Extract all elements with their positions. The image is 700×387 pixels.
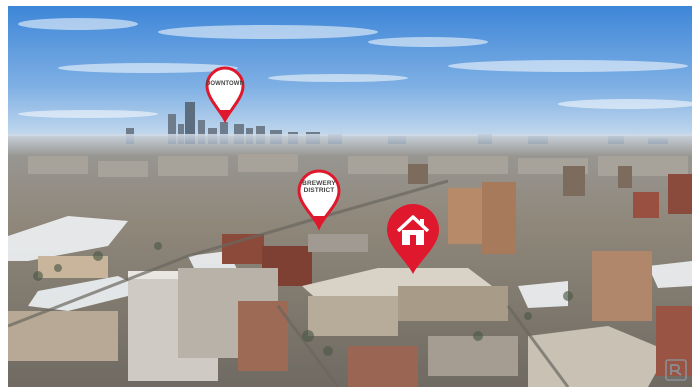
aerial-scene xyxy=(8,6,692,387)
map-pin-icon xyxy=(297,169,341,231)
downtown-marker: DOWNTOWN xyxy=(205,66,245,124)
photo-frame: DOWNTOWN BREWERY DISTRICT xyxy=(0,0,700,387)
brewery-district-marker: BREWERY DISTRICT xyxy=(297,169,341,231)
downtown-label: DOWNTOWN xyxy=(205,81,245,87)
realtor-logo-icon xyxy=(665,359,687,381)
brewery-district-label: BREWERY DISTRICT xyxy=(302,180,336,194)
horizon-haze xyxy=(8,134,692,156)
home-pin-icon xyxy=(387,204,439,274)
property-marker xyxy=(385,203,441,276)
aerial-city-photo xyxy=(8,6,692,387)
map-pin-icon xyxy=(205,66,245,124)
